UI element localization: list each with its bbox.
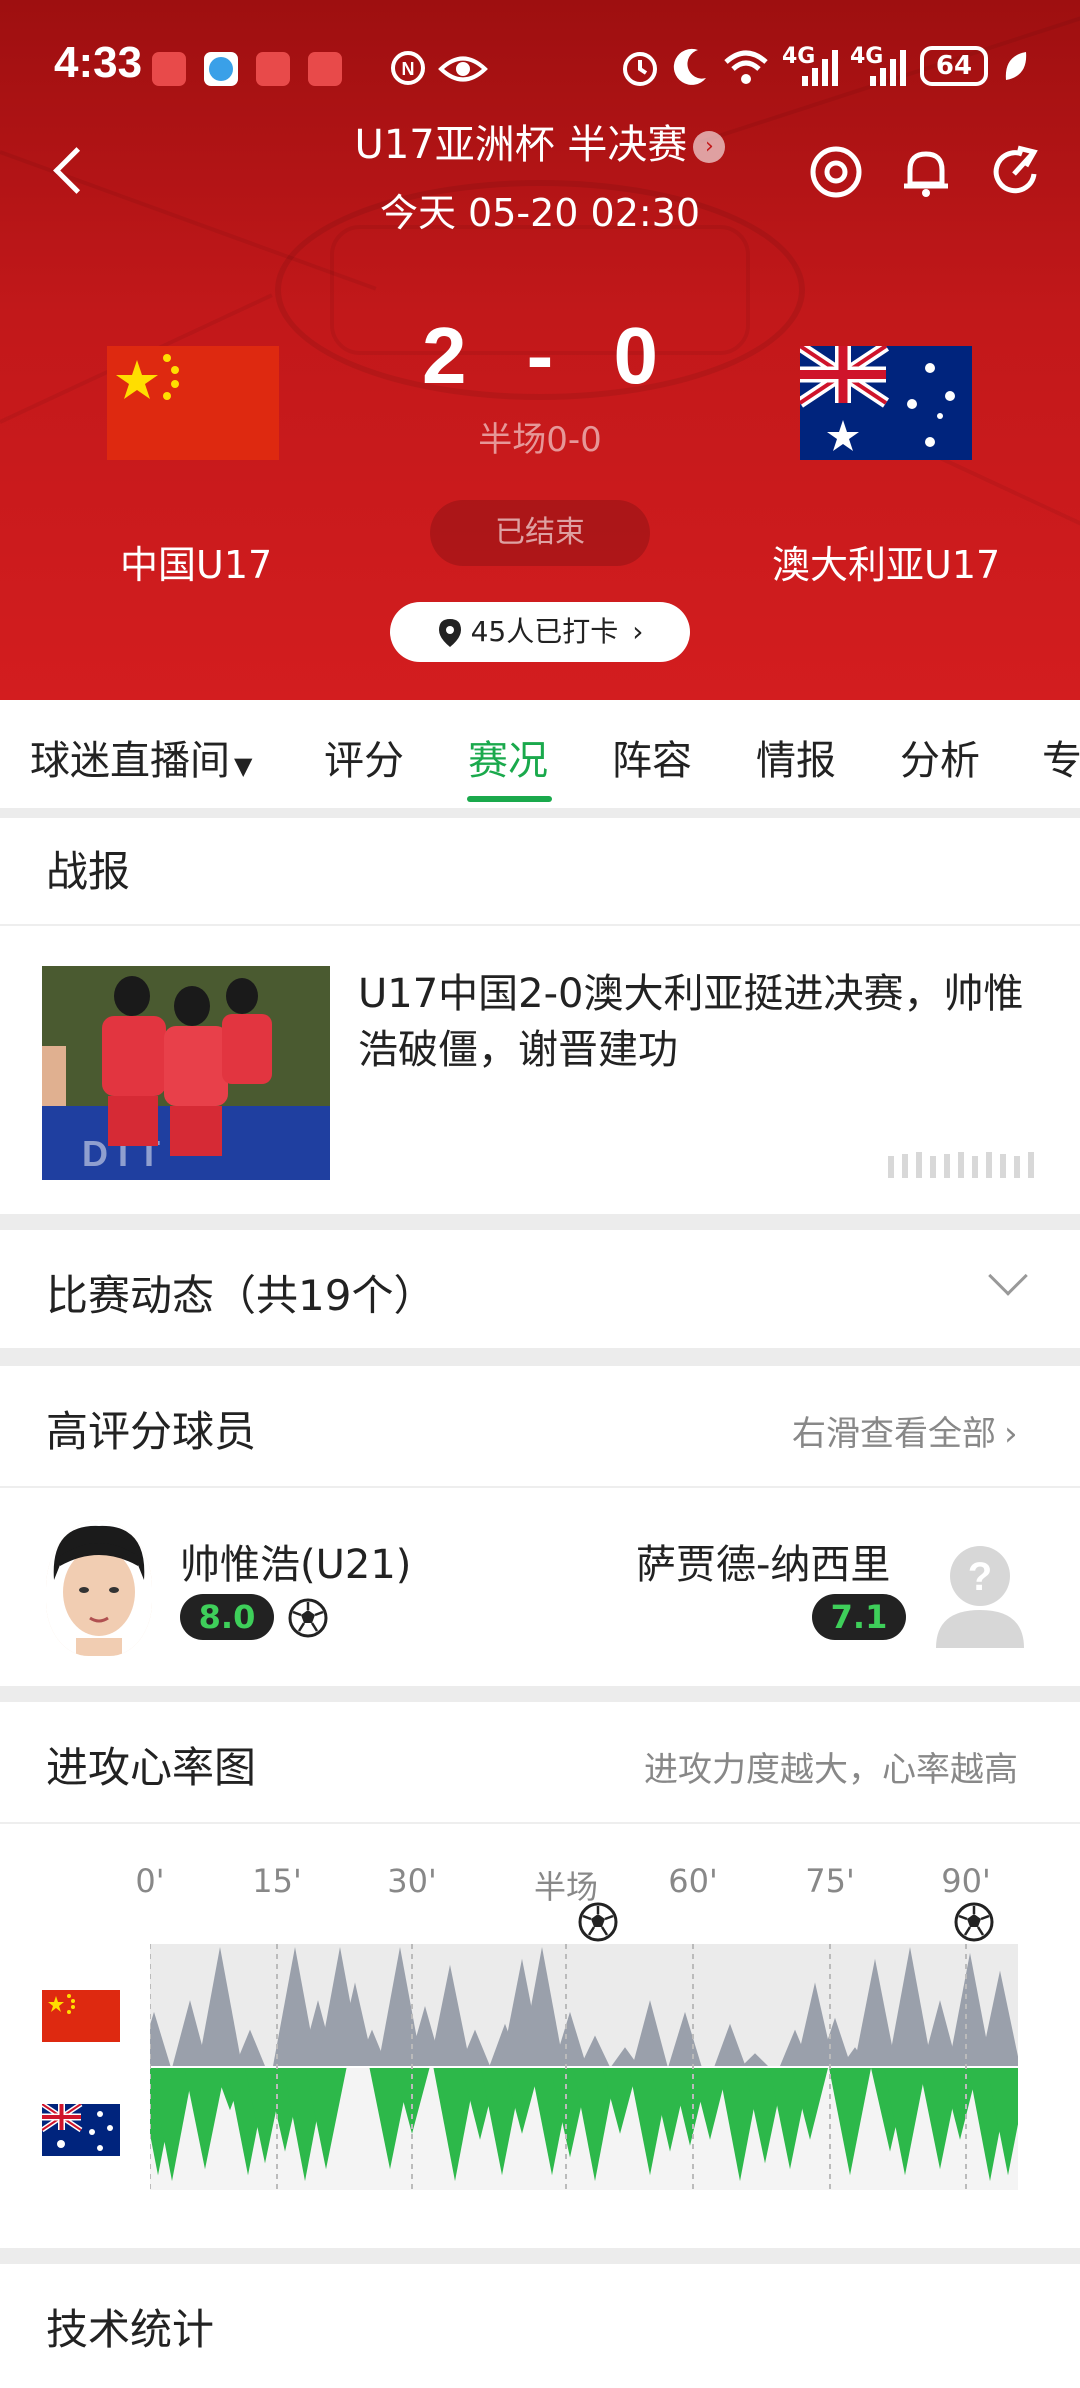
momentum-title: 进攻心率图 [46, 1743, 257, 1792]
momentum-hint: 进攻力度越大，心率越高 [644, 1750, 1018, 1790]
australia-flag [800, 346, 972, 460]
player-name[interactable]: 帅惟浩(U21) [180, 1532, 411, 1590]
checkin-button[interactable]: 45人已打卡 › [390, 602, 690, 662]
signal-icon [870, 50, 906, 86]
tab-label: 球迷直播间 [30, 738, 230, 784]
active-tab-indicator [467, 796, 552, 802]
report-section-title: 战报 [46, 847, 131, 896]
competition-link[interactable]: U17亚洲杯 半决赛 › [340, 112, 740, 170]
player-rating: 8.0 [180, 1594, 274, 1640]
score-separator: - [526, 311, 554, 400]
chevron-right-icon: › [693, 131, 726, 163]
see-all-label: 右滑查看全部 [792, 1414, 996, 1454]
player-avatar[interactable] [46, 1520, 152, 1656]
location-pin-icon [438, 619, 461, 647]
news-thumbnail[interactable]: D I T [42, 966, 330, 1180]
away-team-name: 澳大利亚U17 [772, 543, 1001, 587]
tab-intel[interactable]: 情报 [756, 728, 836, 786]
axis-label: 60' [668, 1862, 718, 1900]
signal-icon [802, 50, 838, 86]
svg-text:N: N [402, 59, 415, 79]
events-title: 比赛动态（共19个） [46, 1271, 436, 1320]
momentum-chart [150, 1944, 1018, 2190]
goal-ball-icon [288, 1598, 328, 1638]
home-team-name: 中国U17 [120, 543, 273, 587]
axis-label: 90' [941, 1862, 991, 1900]
tab-bar: 球迷直播间 ▼ 评分 赛况 阵容 情报 分析 专 [0, 700, 1080, 808]
competition-name: U17亚洲杯 半决赛 [354, 122, 688, 168]
player-name[interactable]: 萨贾德-纳西里 [636, 1532, 890, 1590]
clock: 4:33 [54, 38, 143, 87]
tab-analysis[interactable]: 分析 [900, 728, 980, 786]
china-flag [107, 346, 279, 460]
match-status-badge: 已结束 [430, 500, 650, 566]
status-bar: 4:33 N 4G 4G 64 [0, 0, 1080, 130]
netease-app-icon [308, 52, 342, 86]
tab-special[interactable]: 专 [1042, 728, 1080, 786]
nfc-icon: N [391, 51, 425, 85]
alarm-icon [623, 52, 657, 86]
moon-icon [673, 48, 706, 85]
divider [0, 924, 1080, 926]
see-all-link[interactable]: 右滑查看全部 › [792, 1406, 1018, 1455]
home-flag-mini [42, 1990, 120, 2042]
checkin-label: 45人已打卡 [470, 615, 619, 648]
browser-app-icon [204, 52, 238, 86]
bell-icon[interactable] [898, 144, 954, 200]
chevron-right-icon: › [1004, 1414, 1018, 1454]
top-players-title: 高评分球员 [46, 1407, 257, 1456]
away-score: 0 [613, 311, 659, 400]
halftime-score: 半场0-0 [478, 420, 602, 460]
eye-icon [438, 56, 488, 82]
away-flag-mini [42, 2104, 120, 2156]
divider [0, 1822, 1080, 1824]
goal-ball-icon [954, 1902, 994, 1942]
leaf-icon [1005, 52, 1027, 80]
axis-label: 0' [135, 1862, 165, 1900]
tab-rating[interactable]: 评分 [324, 728, 404, 786]
home-score: 2 [421, 311, 467, 400]
target-icon[interactable] [808, 144, 864, 200]
stats-title: 技术统计 [46, 2305, 215, 2354]
player-rating: 7.1 [812, 1594, 906, 1640]
scoreline: 2 - 0 [390, 310, 690, 402]
divider [0, 1486, 1080, 1488]
tab-live-status[interactable]: 赛况 [468, 728, 548, 786]
default-avatar-icon[interactable]: ? [930, 1540, 1030, 1650]
axis-label: 75' [805, 1862, 855, 1900]
tab-lineup[interactable]: 阵容 [612, 728, 692, 786]
share-icon[interactable] [988, 144, 1044, 200]
axis-label: 15' [252, 1862, 302, 1900]
match-time: 今天 05-20 02:30 [379, 191, 701, 235]
svg-text:?: ? [968, 1555, 992, 1599]
watermark-logo [888, 1152, 1034, 1178]
tab-fan-live[interactable]: 球迷直播间 ▼ [30, 728, 252, 786]
axis-label: 30' [387, 1862, 437, 1900]
back-button[interactable] [48, 140, 88, 200]
caret-down-icon: ▼ [234, 752, 253, 780]
huawei-app-icon [256, 52, 290, 86]
news-headline[interactable]: U17中国2-0澳大利亚挺进决赛，帅惟浩破僵，谢晋建功 [358, 966, 1038, 1078]
wifi-icon [724, 50, 768, 84]
chevron-right-icon: › [632, 615, 644, 648]
goal-ball-icon [578, 1902, 618, 1942]
battery-indicator: 64 [920, 46, 988, 86]
huawei-app-icon [152, 52, 186, 86]
